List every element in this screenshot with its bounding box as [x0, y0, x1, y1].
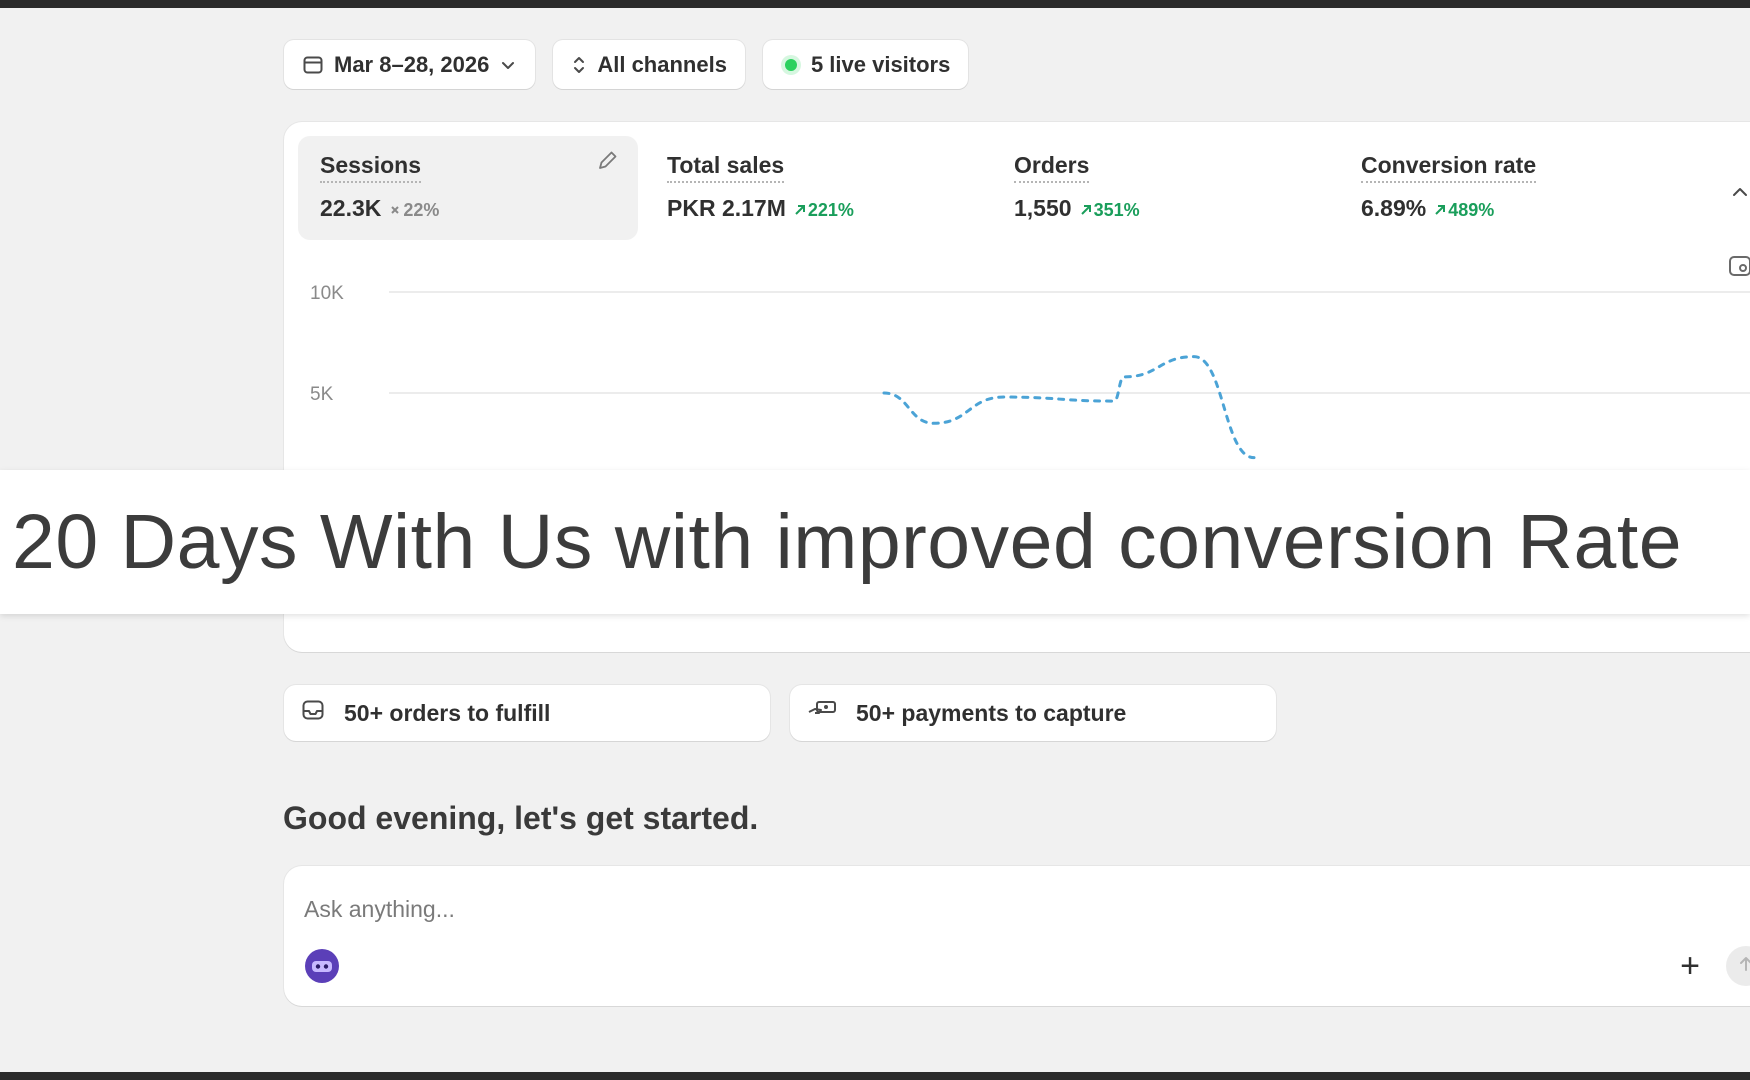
calendar-icon	[302, 54, 324, 76]
channel-selector[interactable]: All channels	[553, 40, 745, 89]
metric-delta: 221%	[794, 200, 854, 221]
assistant-avatar-icon[interactable]	[304, 948, 340, 984]
metric-conversion-rate[interactable]: Conversion rate 6.89% 489%	[1339, 136, 1679, 240]
task-list: 50+ orders to fulfill 50+ payments to ca…	[284, 685, 1276, 741]
metric-label: Orders	[1014, 152, 1090, 183]
chart-y-tick-label: 10K	[310, 283, 344, 304]
orders-to-fulfill-button[interactable]: 50+ orders to fulfill	[284, 685, 770, 741]
metric-label: Total sales	[667, 152, 785, 183]
assistant-prompt-box: +	[284, 866, 1750, 1006]
chart-series-line	[882, 355, 1256, 460]
filter-bar: Mar 8–28, 2026 All channels 5 live visit…	[284, 40, 969, 89]
banner-text: 20 Days With Us with improved conversion…	[12, 498, 1683, 585]
window-top-border	[0, 0, 1750, 8]
add-attachment-button[interactable]: +	[1672, 947, 1708, 985]
trend-up-icon	[1080, 200, 1092, 221]
trend-up-icon	[1434, 200, 1446, 221]
chevron-up-icon[interactable]	[1726, 178, 1750, 211]
metric-delta-value: 351%	[1093, 200, 1140, 220]
task-label: 50+ orders to fulfill	[344, 699, 551, 726]
metric-value: 22.3K	[320, 195, 382, 221]
metric-delta-value: 22%	[403, 200, 440, 220]
ask-input[interactable]	[304, 892, 1204, 926]
metric-total-sales[interactable]: Total sales PKR 2.17M 221%	[645, 136, 985, 240]
greeting-heading: Good evening, let's get started.	[283, 800, 759, 836]
metric-label: Conversion rate	[1361, 152, 1537, 183]
select-arrows-icon	[571, 54, 587, 76]
metric-delta: 22%	[389, 200, 439, 221]
live-status-icon	[781, 55, 801, 75]
date-range-picker[interactable]: Mar 8–28, 2026	[284, 40, 536, 89]
date-range-label: Mar 8–28, 2026	[334, 51, 490, 77]
edit-pencil-icon[interactable]	[594, 148, 620, 179]
chart-y-tick-label: 5K	[310, 384, 334, 405]
send-button[interactable]	[1726, 946, 1750, 986]
cash-icon	[806, 697, 838, 729]
metric-delta: 351%	[1080, 200, 1140, 221]
window-bottom-border	[0, 1072, 1750, 1080]
metric-delta-value: 221%	[807, 200, 854, 220]
metric-value: PKR 2.17M	[667, 195, 786, 221]
live-visitors-label: 5 live visitors	[810, 51, 951, 77]
channel-label: All channels	[597, 51, 727, 77]
trend-neutral-icon	[389, 200, 401, 221]
metric-label: Sessions	[320, 152, 421, 183]
metric-value: 6.89%	[1361, 195, 1427, 221]
arrow-up-icon	[1736, 954, 1750, 979]
metric-orders[interactable]: Orders 1,550 351%	[992, 136, 1332, 240]
metric-value: 1,550	[1014, 195, 1072, 221]
task-label: 50+ payments to capture	[856, 699, 1127, 726]
metric-sessions[interactable]: Sessions 22.3K 22%	[298, 136, 638, 240]
chevron-down-icon	[499, 56, 517, 74]
metric-delta-value: 489%	[1448, 200, 1495, 220]
trend-up-icon	[794, 200, 806, 221]
chart-settings-icon[interactable]	[1726, 252, 1750, 285]
promo-banner: 20 Days With Us with improved conversion…	[0, 470, 1750, 614]
inbox-icon	[300, 697, 326, 729]
payments-to-capture-button[interactable]: 50+ payments to capture	[790, 685, 1276, 741]
live-visitors-button[interactable]: 5 live visitors	[762, 40, 969, 89]
metric-delta: 489%	[1434, 200, 1494, 221]
